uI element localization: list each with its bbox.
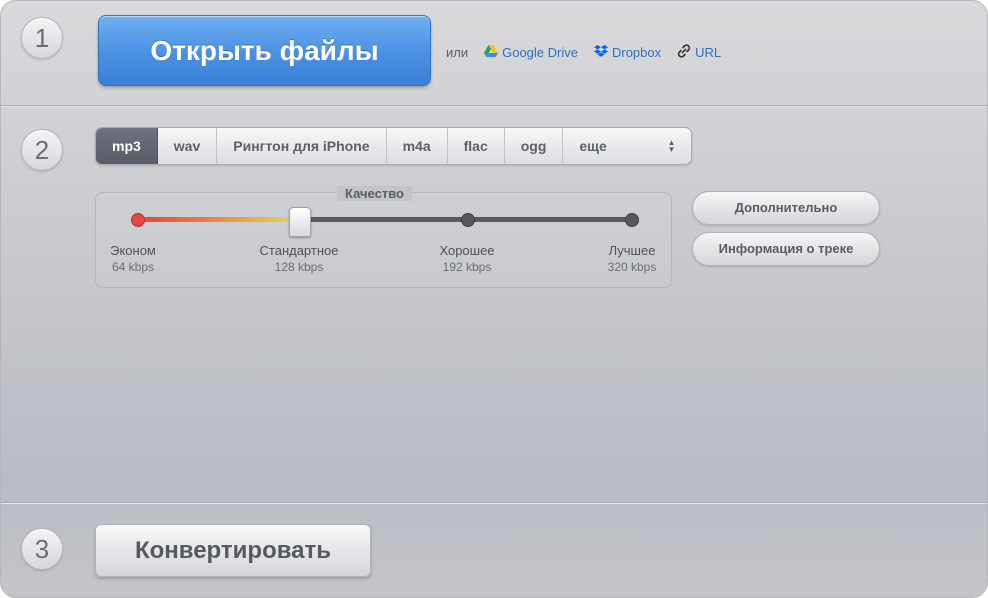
more-formats-select[interactable]: еще ▲ ▼ [563,128,691,164]
quality-slider-fill [137,217,301,222]
quality-kbps-best: 320 kbps [607,260,657,274]
quality-label-best: Лучшее [608,243,656,258]
dropbox-label: Dropbox [611,45,662,60]
google-drive-label: Google Drive [502,45,578,60]
quality-kbps-good: 192 kbps [442,260,492,274]
dropbox-icon [593,44,608,61]
quality-stop-best[interactable] [625,213,639,227]
quality-kbps-standard: 128 kbps [274,260,324,274]
tab-iphone-ringtone[interactable]: Рингтон для iPhone [217,128,387,164]
google-drive-icon [484,45,499,60]
alternative-sources: или Google Drive Dropbox URL [446,44,737,61]
google-drive-link[interactable]: Google Drive [484,45,578,60]
open-files-button[interactable]: Открыть файлы [98,15,431,86]
quality-label-economy: Эконом [110,243,156,258]
quality-group [95,192,672,288]
link-icon [677,44,691,61]
section-divider [1,105,987,106]
dropbox-link[interactable]: Dropbox [593,44,662,61]
quality-slider-thumb[interactable] [289,207,311,237]
quality-kbps-economy: 64 kbps [111,260,155,274]
quality-title: Качество [337,186,412,201]
step-number-1: 1 [21,17,63,59]
format-tabs: mp3 wav Рингтон для iPhone m4a flac ogg … [95,127,693,165]
more-formats-label: еще [579,138,607,154]
quality-stop-good[interactable] [461,213,475,227]
select-arrows-icon: ▲ ▼ [667,138,676,154]
step-number-2: 2 [21,129,63,171]
quality-stop-economy[interactable] [131,213,145,227]
or-label: или [446,45,469,60]
tab-mp3[interactable]: mp3 [96,128,158,164]
advanced-settings-button[interactable]: Дополнительно [692,191,880,225]
tab-m4a[interactable]: m4a [387,128,448,164]
quality-label-good: Хорошее [439,243,495,258]
quality-label-standard: Стандартное [259,243,339,258]
url-label: URL [695,45,722,60]
tab-wav[interactable]: wav [158,128,218,164]
convert-button[interactable]: Конвертировать [95,524,371,577]
step-number-3: 3 [21,528,63,570]
tab-flac[interactable]: flac [448,128,505,164]
tab-ogg[interactable]: ogg [505,128,564,164]
converter-panel: 1 Открыть файлы или Google Drive Dropbox… [0,0,988,598]
track-info-button[interactable]: Информация о треке [692,232,880,266]
section-divider [1,502,987,503]
url-link[interactable]: URL [677,44,721,61]
